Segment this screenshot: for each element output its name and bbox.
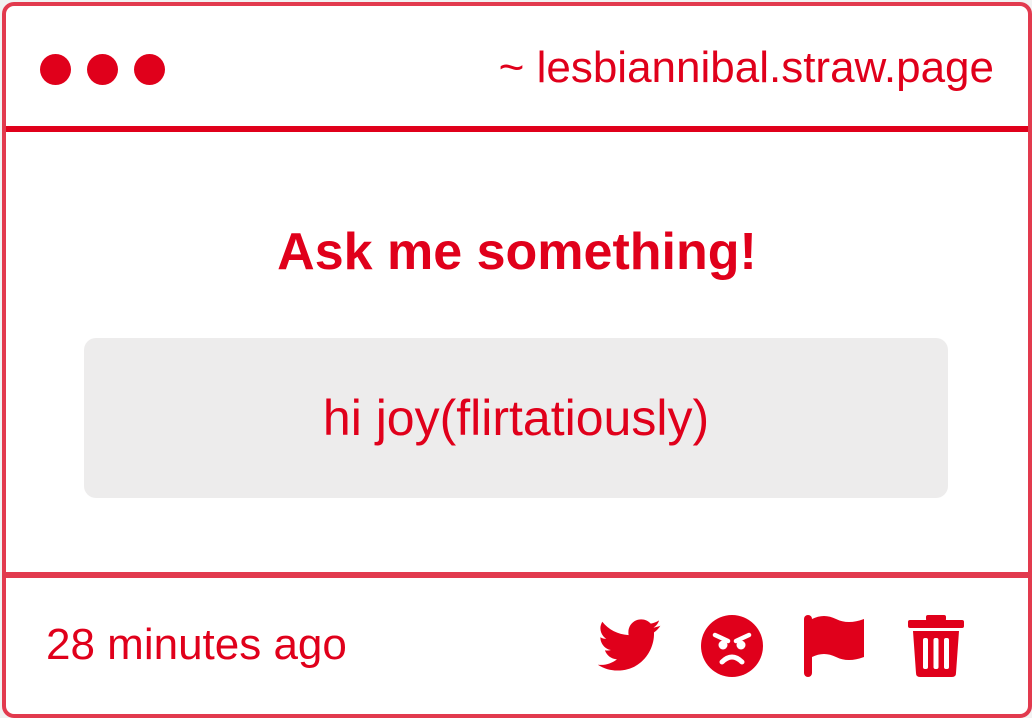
angry-face-icon — [701, 615, 763, 677]
block-button[interactable] — [700, 614, 764, 678]
window-dot-1[interactable] — [40, 54, 71, 85]
ask-card: ~ lesbiannibal.straw.page Ask me somethi… — [2, 2, 1032, 718]
message-box: hi joy(flirtatiously) — [84, 338, 948, 498]
window-dot-2[interactable] — [87, 54, 118, 85]
trash-icon — [908, 615, 964, 677]
window-controls — [40, 54, 165, 85]
timestamp: 28 minutes ago — [46, 620, 347, 669]
page-url[interactable]: ~ lesbiannibal.straw.page — [499, 43, 994, 92]
window-titlebar: ~ lesbiannibal.straw.page — [6, 6, 1028, 132]
card-footer: 28 minutes ago — [6, 572, 1028, 714]
flag-icon — [804, 615, 864, 677]
share-twitter-button[interactable] — [598, 614, 662, 678]
report-button[interactable] — [802, 614, 866, 678]
delete-button[interactable] — [904, 614, 968, 678]
page-title: Ask me something! — [277, 223, 757, 281]
twitter-bird-icon — [598, 619, 661, 671]
action-icons — [598, 614, 968, 678]
message-text: hi joy(flirtatiously) — [322, 390, 710, 446]
window-dot-3[interactable] — [134, 54, 165, 85]
question-area: Ask me something! hi joy(flirtatiously) — [6, 132, 1028, 572]
